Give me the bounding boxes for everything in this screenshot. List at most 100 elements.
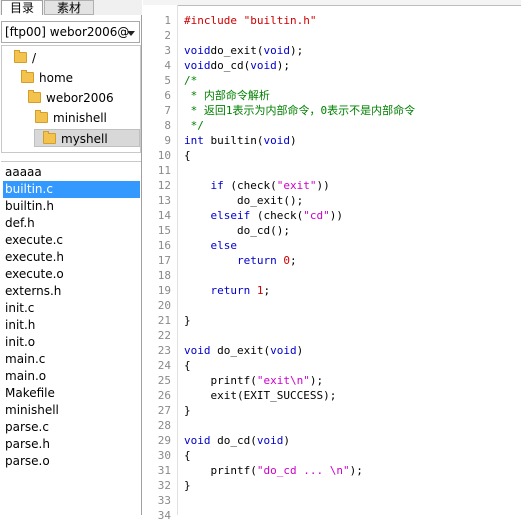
file-item[interactable]: Makefile	[3, 385, 140, 402]
folder-icon	[21, 70, 34, 83]
file-item[interactable]: init.h	[3, 317, 140, 334]
folder-icon	[14, 50, 27, 63]
file-item[interactable]: aaaaa	[3, 164, 140, 181]
code-token: );	[276, 59, 290, 72]
chevron-down-icon[interactable]	[127, 31, 135, 36]
line-number: 18	[157, 269, 171, 282]
code-token: )	[289, 134, 297, 147]
code-line: exit(EXIT_SUCCESS);	[184, 388, 336, 403]
line-number: 5	[164, 74, 171, 87]
code-line: #include "builtin.h"	[184, 13, 316, 28]
code-token: )	[296, 344, 304, 357]
file-item[interactable]: parse.o	[3, 453, 140, 470]
code-token: void	[184, 344, 211, 357]
tree-node[interactable]: webor2006	[2, 89, 140, 107]
code-token: do_cd(	[210, 434, 257, 447]
code-line: * 内部命令解析	[184, 88, 270, 103]
file-item[interactable]: init.c	[3, 300, 140, 317]
line-number: 16	[157, 239, 171, 252]
server-select[interactable]: [ftp00] webor2006@	[1, 21, 140, 43]
line-number: 25	[157, 374, 171, 387]
code-token: ;	[263, 284, 271, 297]
code-line: return 1;	[184, 283, 271, 298]
file-item[interactable]: parse.c	[3, 419, 140, 436]
file-item[interactable]: init.o	[3, 334, 140, 351]
code-token: "do_cd ... \n"	[256, 464, 350, 477]
code-token: else	[210, 239, 238, 252]
tab-directory[interactable]: 目录	[1, 0, 43, 15]
line-number: 7	[164, 104, 171, 117]
file-item[interactable]: builtin.c	[3, 181, 140, 198]
file-item[interactable]: execute.h	[3, 249, 140, 266]
code-token: (check(	[223, 179, 277, 192]
code-line: {	[184, 358, 191, 373]
line-number: 26	[157, 389, 171, 402]
code-line: int builtin(void)	[184, 133, 297, 148]
code-token: do_exit(	[210, 44, 264, 57]
line-number: 6	[164, 89, 171, 102]
code-token: #include "builtin.h"	[184, 14, 317, 27]
line-number: 22	[157, 329, 171, 342]
file-item[interactable]: execute.o	[3, 266, 140, 283]
code-token: ;	[289, 254, 297, 267]
file-item[interactable]: execute.c	[3, 232, 140, 249]
file-item[interactable]: builtin.h	[3, 198, 140, 215]
tree-node-label: minishell	[53, 111, 107, 125]
line-number: 30	[157, 449, 171, 462]
code-token: * 返回1表示为内部命令，0表示不是内部命令	[184, 104, 416, 117]
file-item[interactable]: main.c	[3, 351, 140, 368]
line-number: 3	[164, 44, 171, 57]
code-token: }	[184, 479, 191, 492]
code-token: );	[309, 374, 324, 387]
code-token: /*	[184, 74, 198, 87]
tree-node[interactable]: myshell	[34, 129, 140, 147]
code-token: 1	[256, 284, 264, 297]
line-number: 19	[157, 284, 171, 297]
code-token: do_exit(	[210, 344, 271, 357]
file-item[interactable]: externs.h	[3, 283, 140, 300]
code-token: void	[263, 134, 290, 147]
code-token: (check(	[250, 209, 304, 222]
code-editor[interactable]: 1 2 3 4 5 6 7 8 9 10 11 12 13 14 15 16 17 18 19 20 21 22 23 24 2…	[143, 0, 521, 522]
code-token: void	[184, 59, 211, 72]
tree-node[interactable]: minishell	[2, 109, 140, 127]
line-number: 21	[157, 314, 171, 327]
tab-materials[interactable]: 素材	[44, 0, 94, 15]
tree-node[interactable]: /	[2, 49, 140, 67]
code-token: return	[210, 284, 251, 297]
code-line: {	[184, 448, 191, 463]
file-item[interactable]: minishell	[3, 402, 140, 419]
line-number: 31	[157, 464, 171, 477]
folder-icon	[28, 90, 41, 103]
code-token: {	[184, 149, 191, 162]
code-token: * 内部命令解析	[184, 89, 270, 102]
code-line: do_cd();	[184, 223, 290, 238]
panel-tabs: 目录 素材	[0, 0, 142, 15]
line-number: 4	[164, 59, 171, 72]
code-line: elseif (check("cd"))	[184, 208, 343, 223]
line-number: 11	[157, 164, 171, 177]
code-line: else	[184, 238, 238, 253]
code-token: */	[184, 119, 204, 132]
tree-node-label: home	[39, 71, 74, 85]
line-number: 17	[157, 254, 171, 267]
code-token: void	[256, 434, 284, 447]
code-token: );	[349, 464, 363, 477]
code-line: void do_cd(void)	[184, 433, 290, 448]
code-token: void	[263, 44, 290, 57]
code-token: )	[283, 434, 290, 447]
code-token: );	[289, 44, 304, 57]
tree-node[interactable]: home	[2, 69, 140, 87]
code-token: return	[236, 254, 277, 267]
file-item[interactable]: def.h	[3, 215, 140, 232]
file-item[interactable]: main.o	[3, 368, 140, 385]
code-token: void	[250, 59, 277, 72]
code-token: else	[210, 209, 238, 222]
file-item[interactable]: parse.h	[3, 436, 140, 453]
